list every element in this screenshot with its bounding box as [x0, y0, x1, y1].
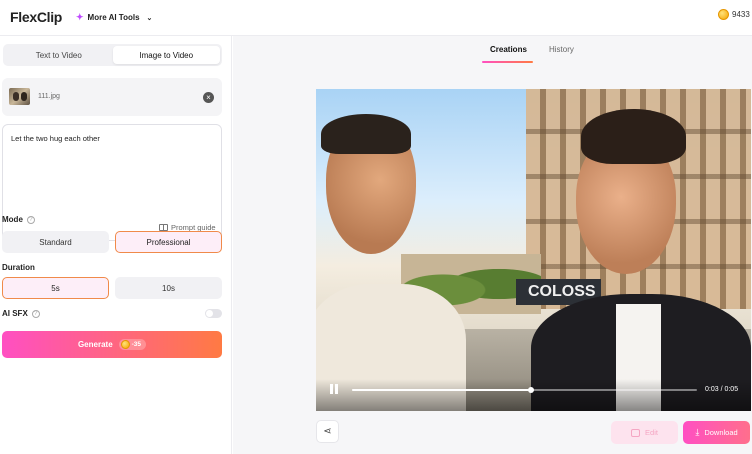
sparkle-icon: ✦ [76, 12, 84, 22]
mode-label-text: Mode [2, 215, 23, 224]
ai-sfx-label-text: AI SFX [2, 309, 28, 318]
more-ai-tools-menu[interactable]: ✦ More AI Tools ⌄ [76, 12, 152, 23]
tab-history[interactable]: History [549, 45, 574, 54]
video-player[interactable]: COLOSS 0:03 / 0:05 [316, 89, 751, 411]
download-label: Download [704, 428, 738, 437]
edit-icon [631, 428, 641, 437]
book-icon [159, 224, 168, 231]
tab-text-to-video[interactable]: Text to Video [5, 46, 113, 64]
right-panel: Creations History COLOSS 0:03 / 0:05 ⋖ E… [233, 36, 752, 454]
credits-balance[interactable]: 9433 [718, 9, 750, 20]
duration-label: Duration [2, 263, 35, 272]
ai-sfx-label: AI SFX ? [2, 309, 40, 318]
active-tab-indicator [482, 61, 533, 63]
download-icon: ⤓ [695, 427, 700, 437]
mode-standard-button[interactable]: Standard [2, 231, 109, 253]
duration-10s-button[interactable]: 10s [115, 277, 222, 299]
share-icon: ⋖ [323, 426, 332, 437]
generate-label: Generate [77, 340, 113, 349]
image-thumbnail [9, 88, 30, 105]
generate-button[interactable]: Generate -35 [2, 331, 222, 358]
more-ai-tools-label: More AI Tools [87, 13, 140, 22]
ai-sfx-toggle[interactable] [205, 309, 222, 318]
player-controls [316, 379, 751, 411]
mode-tabs: Text to Video Image to Video [3, 44, 222, 66]
flexclip-logo[interactable]: FlexClip [10, 9, 62, 25]
seek-bar-progress [352, 389, 532, 391]
download-button[interactable]: ⤓ Download [683, 421, 750, 444]
tab-creations[interactable]: Creations [490, 45, 527, 54]
coin-icon [718, 9, 729, 20]
tab-image-to-video[interactable]: Image to Video [112, 46, 220, 64]
share-button[interactable]: ⋖ [316, 420, 339, 443]
edit-label: Edit [645, 428, 658, 437]
seek-bar[interactable] [352, 387, 697, 393]
pause-icon[interactable] [330, 384, 338, 394]
duration-label-text: Duration [2, 263, 35, 272]
top-bar: FlexClip ✦ More AI Tools ⌄ 9433 [0, 0, 752, 36]
edit-button[interactable]: Edit [611, 421, 678, 444]
logo-text: FlexClip [10, 9, 63, 25]
playback-time: 0:03 / 0:05 [705, 386, 739, 393]
mode-label: Mode ? [2, 215, 35, 224]
video-person-right [531, 109, 751, 411]
chevron-down-icon: ⌄ [146, 14, 153, 22]
prompt-textarea[interactable]: Let the two hug each other Prompt guide [2, 124, 222, 241]
video-person-left [316, 114, 466, 411]
credits-count: 9433 [732, 10, 750, 19]
generate-cost-badge: -35 [118, 339, 147, 350]
uploaded-file: 111.jpg × [2, 78, 222, 116]
mode-professional-button[interactable]: Professional [115, 231, 222, 253]
generate-cost: -35 [131, 341, 142, 348]
file-name: 111.jpg [38, 93, 60, 100]
help-icon[interactable]: ? [26, 215, 35, 224]
left-panel: Text to Video Image to Video 111.jpg × L… [0, 36, 232, 454]
duration-5s-button[interactable]: 5s [2, 277, 109, 299]
coin-icon [120, 340, 130, 349]
help-icon[interactable]: ? [31, 309, 40, 318]
prompt-text: Let the two hug each other [11, 134, 100, 143]
close-icon[interactable]: × [203, 92, 214, 103]
